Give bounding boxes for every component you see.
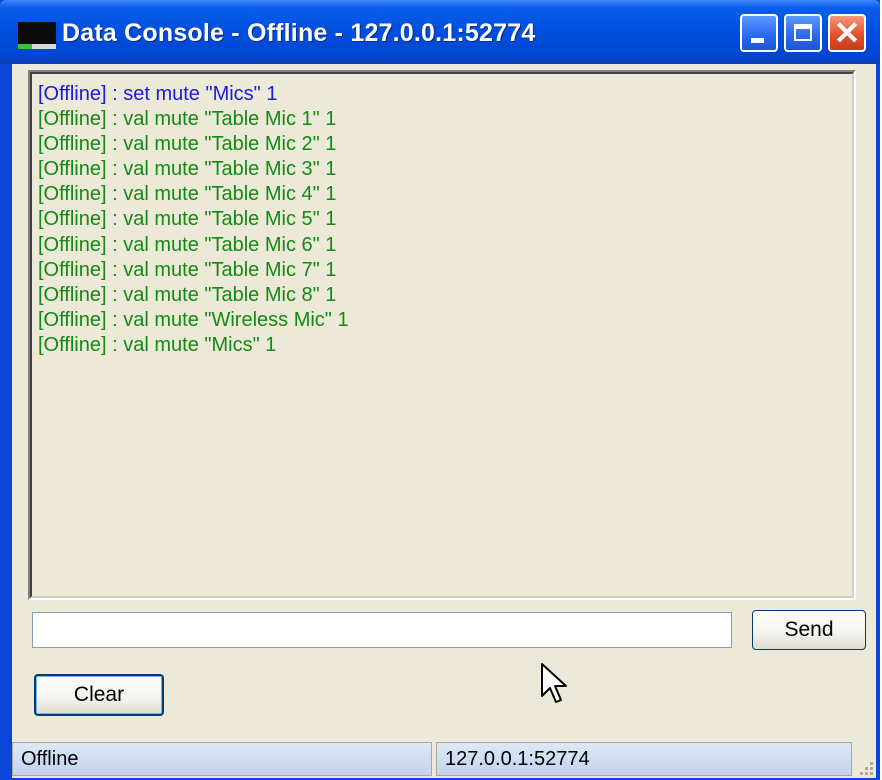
console-log[interactable]: [Offline] : set mute "Mics" 1 [Offline] … — [28, 70, 856, 600]
close-button[interactable]: ✕ — [828, 14, 866, 52]
clear-button[interactable]: Clear — [34, 674, 164, 716]
status-bar: Offline 127.0.0.1:52774 — [12, 740, 876, 778]
log-line: [Offline] : val mute "Table Mic 1" 1 — [38, 108, 337, 131]
log-line: [Offline] : val mute "Table Mic 3" 1 — [38, 158, 337, 181]
console-app-icon — [18, 22, 56, 49]
resize-grip-icon[interactable] — [858, 760, 874, 776]
log-line: [Offline] : val mute "Wireless Mic" 1 — [38, 308, 349, 331]
log-line: [Offline] : val mute "Table Mic 8" 1 — [38, 283, 337, 306]
status-connection-state: Offline — [12, 742, 432, 776]
window-title: Data Console - Offline - 127.0.0.1:52774 — [62, 19, 536, 47]
client-area: [Offline] : set mute "Mics" 1 [Offline] … — [12, 64, 876, 778]
log-line: [Offline] : val mute "Table Mic 4" 1 — [38, 183, 337, 206]
title-bar[interactable]: Data Console - Offline - 127.0.0.1:52774… — [0, 0, 880, 64]
maximize-icon — [794, 24, 812, 41]
data-console-window: Data Console - Offline - 127.0.0.1:52774… — [0, 0, 880, 780]
command-input[interactable] — [32, 612, 732, 648]
send-button[interactable]: Send — [752, 610, 866, 650]
mouse-cursor-icon — [541, 663, 567, 703]
console-log-content[interactable]: [Offline] : set mute "Mics" 1 [Offline] … — [30, 72, 854, 598]
log-line: [Offline] : val mute "Table Mic 5" 1 — [38, 208, 337, 231]
log-line: [Offline] : val mute "Table Mic 6" 1 — [38, 233, 337, 256]
log-line: [Offline] : val mute "Mics" 1 — [38, 333, 277, 356]
log-line: [Offline] : val mute "Table Mic 7" 1 — [38, 258, 337, 281]
close-icon: ✕ — [833, 15, 861, 51]
minimize-button[interactable] — [740, 14, 778, 52]
log-line: [Offline] : val mute "Table Mic 2" 1 — [38, 133, 337, 156]
maximize-button[interactable] — [784, 14, 822, 52]
log-line: [Offline] : set mute "Mics" 1 — [38, 83, 278, 105]
minimize-icon — [751, 38, 764, 43]
status-address: 127.0.0.1:52774 — [436, 742, 852, 776]
